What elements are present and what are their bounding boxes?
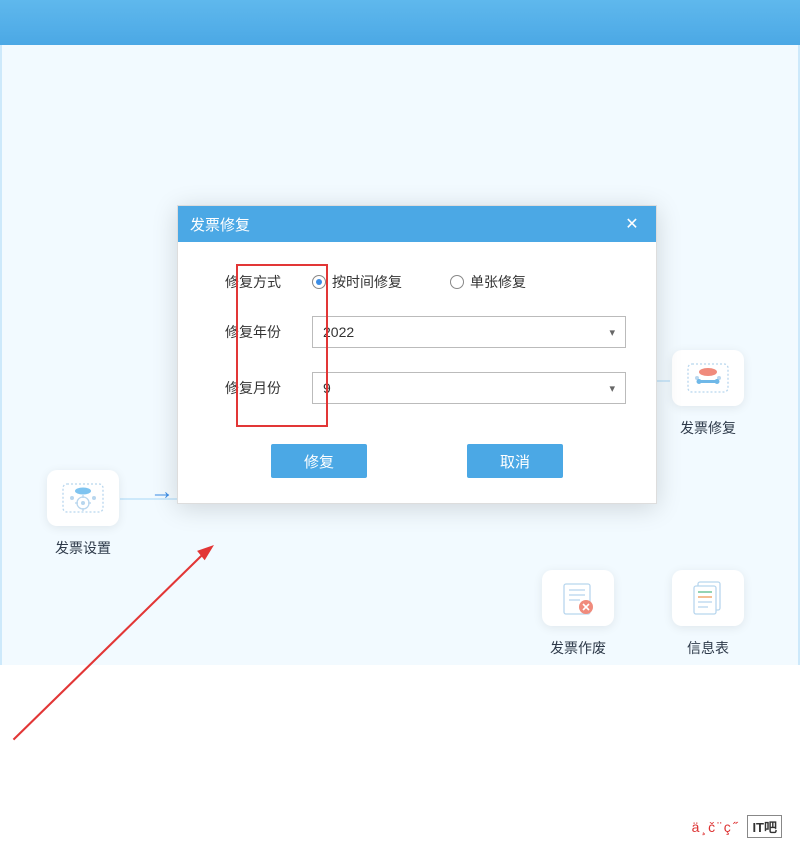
radio-by-time-label: 按时间修复 [332, 272, 402, 292]
month-value: 9 [323, 380, 331, 396]
dialog-header: 发票修复 ✕ [178, 206, 656, 242]
year-value: 2022 [323, 324, 354, 340]
watermark: ä¸č¨ç˝ IT吧 [692, 815, 782, 838]
watermark-text: ä¸č¨ç˝ [692, 819, 740, 835]
chevron-down-icon: ▾ [609, 382, 615, 395]
invoice-void-item[interactable]: 发票作废 [542, 570, 614, 658]
chevron-down-icon: ▾ [609, 326, 615, 339]
invoice-repair-item[interactable]: 发票修复 [672, 350, 744, 438]
flow-arrow-icon: → [150, 480, 180, 504]
repair-button[interactable]: 修复 [271, 444, 367, 478]
radio-single[interactable]: 单张修复 [450, 272, 526, 292]
repair-icon [672, 350, 744, 406]
method-label: 修复方式 [208, 272, 298, 292]
void-icon [542, 570, 614, 626]
settings-icon [47, 470, 119, 526]
radio-single-label: 单张修复 [470, 272, 526, 292]
info-label: 信息表 [687, 638, 729, 658]
radio-by-time[interactable]: 按时间修复 [312, 272, 402, 292]
month-select[interactable]: 9 ▾ [312, 372, 626, 404]
month-label: 修复月份 [208, 378, 298, 398]
settings-label: 发票设置 [55, 538, 111, 558]
year-select[interactable]: 2022 ▾ [312, 316, 626, 348]
close-icon[interactable]: ✕ [620, 212, 644, 236]
radio-dot-icon [450, 275, 464, 289]
dialog-title: 发票修复 [190, 214, 250, 235]
void-label: 发票作废 [550, 638, 606, 658]
info-table-item[interactable]: 信息表 [672, 570, 744, 658]
year-label: 修复年份 [208, 322, 298, 342]
top-bar [0, 0, 800, 45]
invoice-settings-item[interactable]: 发票设置 [47, 470, 119, 558]
watermark-logo: IT吧 [747, 815, 782, 838]
cancel-button[interactable]: 取消 [467, 444, 563, 478]
repair-dialog: 发票修复 ✕ 修复方式 按时间修复 单张修复 修复年份 2022 ▾ [177, 205, 657, 504]
info-icon [672, 570, 744, 626]
repair-label: 发票修复 [680, 418, 736, 438]
radio-dot-icon [312, 275, 326, 289]
